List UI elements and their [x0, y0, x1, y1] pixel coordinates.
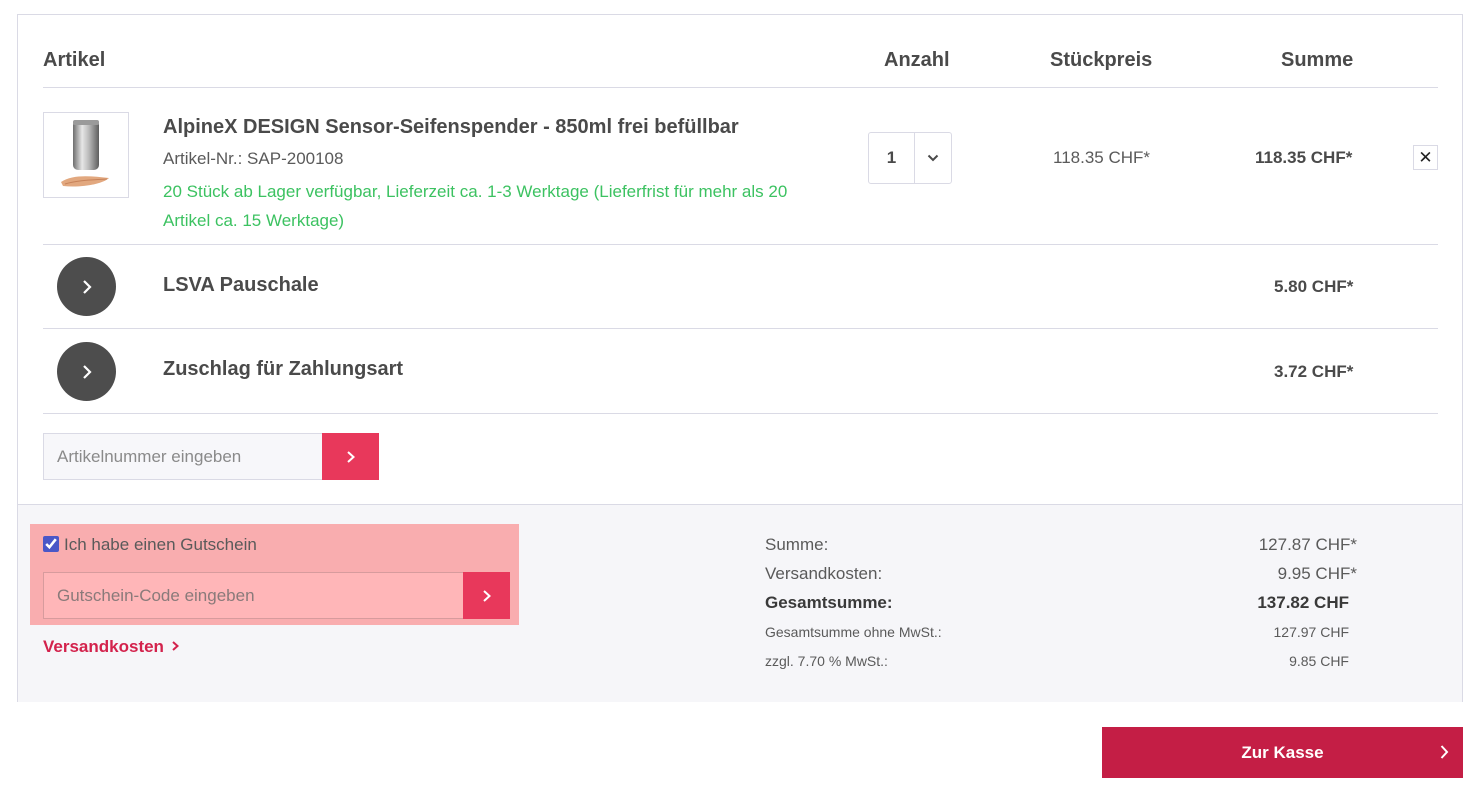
chevron-right-icon	[82, 364, 92, 379]
payment-surcharge-title: Zuschlag für Zahlungsart	[163, 358, 404, 380]
chevron-right-icon	[172, 641, 179, 651]
quantity-value: 1	[869, 133, 915, 183]
close-icon: ✕	[1418, 147, 1433, 167]
summary-subtotal-value: 127.87 CHF*	[1258, 535, 1357, 554]
quantity-select[interactable]: 1	[868, 132, 952, 184]
summary-subtotal-label: Summe:	[765, 535, 829, 554]
voucher-checkbox-label[interactable]: Ich habe einen Gutschein	[64, 535, 257, 555]
product-availability: 20 Stück ab Lager verfügbar, Lieferzeit …	[163, 182, 788, 230]
summary-vat-label: zzgl. 7.70 % MwSt.:	[765, 653, 888, 669]
remove-item-button[interactable]: ✕	[1413, 145, 1438, 170]
chevron-down-icon[interactable]	[915, 133, 951, 183]
summary-shipping-label: Versandkosten:	[765, 564, 883, 583]
chevron-right-icon	[1440, 745, 1449, 759]
product-unit-price: 118.35 CHF*	[1053, 148, 1151, 167]
article-number-input[interactable]	[43, 433, 323, 480]
shipping-costs-link[interactable]: Versandkosten	[43, 637, 180, 657]
chevron-right-icon	[346, 450, 355, 463]
voucher-code-input[interactable]	[43, 572, 464, 619]
chevron-right-icon	[82, 279, 92, 294]
checkout-button[interactable]: Zur Kasse	[1102, 727, 1463, 778]
divider	[43, 413, 1438, 414]
add-article-button[interactable]	[322, 433, 379, 480]
column-header-stueckpreis: Stückpreis	[1050, 49, 1153, 71]
divider	[43, 87, 1438, 88]
checkout-button-label: Zur Kasse	[1241, 742, 1324, 762]
column-header-artikel: Artikel	[43, 49, 106, 71]
divider	[43, 328, 1438, 329]
payment-surcharge-icon	[57, 342, 116, 401]
product-article-number: Artikel-Nr.: SAP-200108	[163, 149, 344, 168]
voucher-submit-button[interactable]	[463, 572, 510, 619]
lsva-title: LSVA Pauschale	[163, 274, 319, 296]
cart-footer: Ich habe einen Gutschein Versandkosten S…	[18, 504, 1462, 702]
column-header-anzahl: Anzahl	[884, 49, 950, 71]
product-total-price: 118.35 CHF*	[1255, 148, 1353, 167]
summary-net-label: Gesamtsumme ohne MwSt.:	[765, 624, 942, 640]
summary-shipping-value: 9.95 CHF*	[1277, 564, 1357, 583]
product-name[interactable]: AlpineX DESIGN Sensor-Seifenspender - 85…	[163, 116, 739, 139]
divider	[43, 244, 1438, 245]
summary-vat-value: 9.85 CHF	[1289, 653, 1349, 669]
chevron-right-icon	[482, 589, 491, 602]
soap-dispenser-image	[61, 120, 109, 187]
payment-surcharge-price: 3.72 CHF*	[1274, 362, 1354, 381]
shipping-costs-link-label: Versandkosten	[43, 637, 164, 656]
summary-net-value: 127.97 CHF	[1273, 624, 1349, 640]
lsva-price: 5.80 CHF*	[1274, 277, 1354, 296]
voucher-checkbox[interactable]	[43, 536, 59, 552]
summary-total-label: Gesamtsumme:	[765, 593, 893, 612]
lsva-item-icon	[57, 257, 116, 316]
column-header-summe: Summe	[1281, 49, 1354, 71]
product-image[interactable]	[43, 112, 129, 198]
summary-total-value: 137.82 CHF	[1257, 593, 1349, 612]
cart-panel: Artikel Anzahl Stückpreis Summe AlpineX …	[17, 14, 1463, 702]
